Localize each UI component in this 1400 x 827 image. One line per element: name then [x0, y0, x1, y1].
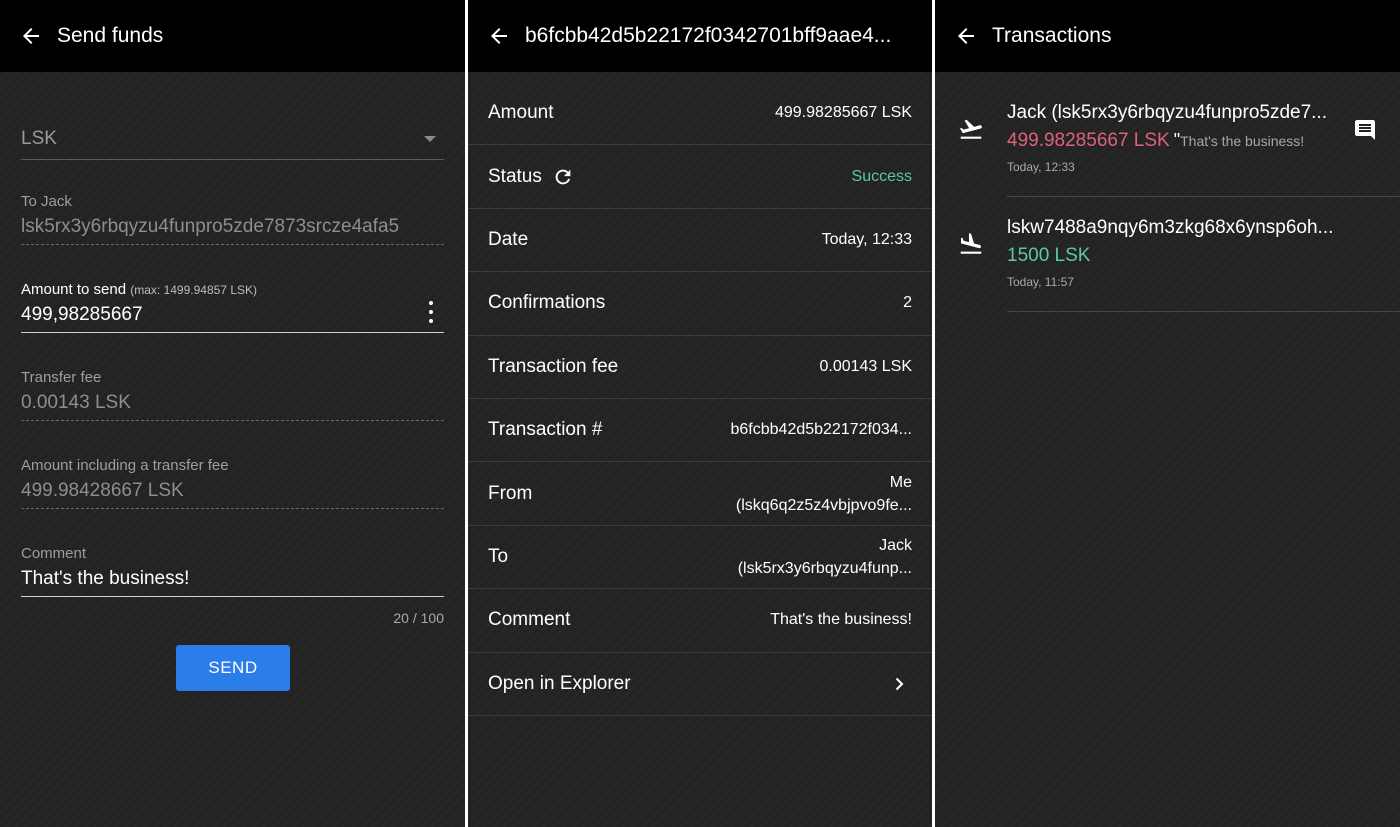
detail-row-confirmations: Confirmations 2 [468, 272, 932, 336]
detail-value: 2 [903, 294, 912, 312]
amount-max: (max: 1499.94857 LSK) [130, 283, 257, 297]
back-arrow-icon[interactable] [954, 23, 980, 49]
currency-value: LSK [21, 128, 57, 149]
transaction-amount-line: 499.98285667 LSK "That's the business! [1007, 130, 1337, 152]
to-address: (lsk5rx3y6rbqyzu4funp... [737, 559, 912, 577]
divider [1007, 311, 1400, 312]
comment-icon [1353, 118, 1377, 142]
transaction-item[interactable]: Jack (lsk5rx3y6rbqyzu4funpro5zde7... 499… [935, 82, 1400, 197]
recipient-field[interactable]: To Jack lsk5rx3y6rbqyzu4funpro5zde7873sr… [21, 193, 444, 245]
detail-key: Status [488, 165, 542, 187]
send-button[interactable]: SEND [176, 645, 290, 691]
amount-label-row: Amount to send (max: 1499.94857 LSK) [21, 281, 444, 298]
transaction-item[interactable]: lskw7488a9nqy6m3zkg68x6ynsp6oh... 1500 L… [935, 197, 1400, 312]
comment-counter: 20 / 100 [393, 610, 444, 626]
detail-row-amount: Amount 499.98285667 LSK [468, 82, 932, 146]
detail-row-from[interactable]: From Me (lskq6q2z5z4vbjpvo9fe... [468, 462, 932, 526]
detail-value: 499.98285667 LSK [774, 104, 912, 122]
chevron-right-icon [892, 677, 906, 691]
to-value: Jack (lsk5rx3y6rbqyzu4funp... [738, 534, 912, 580]
refresh-icon[interactable] [552, 166, 574, 188]
detail-row-transaction-id[interactable]: Transaction # b6fcbb42d5b22172f034... [468, 399, 932, 463]
app-bar: Transactions [935, 0, 1400, 72]
transaction-amount: 1500 LSK [1007, 245, 1091, 266]
transaction-counterparty: lskw7488a9nqy6m3zkg68x6ynsp6oh... [1007, 217, 1334, 238]
fee-value: 0.00143 LSK [21, 392, 444, 421]
detail-value: That's the business! [770, 611, 912, 629]
back-arrow-icon[interactable] [19, 23, 45, 49]
dropdown-arrow-icon [424, 136, 436, 142]
currency-select[interactable]: LSK [21, 118, 444, 160]
detail-key: Amount [488, 102, 554, 124]
detail-value: 0.00143 LSK [819, 357, 912, 375]
detail-list: Amount 499.98285667 LSK Status Success D… [468, 82, 932, 716]
detail-row-to[interactable]: To Jack (lsk5rx3y6rbqyzu4funp... [468, 526, 932, 590]
detail-key: Confirmations [488, 292, 606, 314]
detail-row-status: Status Success [468, 145, 932, 209]
transaction-time: Today, 11:57 [1007, 275, 1074, 289]
comment-input[interactable]: That's the business! [21, 568, 444, 597]
fee-label: Transfer fee [21, 369, 102, 386]
detail-row-fee: Transaction fee 0.00143 LSK [468, 336, 932, 399]
total-value: 499.98428667 LSK [21, 480, 444, 509]
amount-input-wrap[interactable]: 499,98285667 [21, 301, 444, 333]
status-value: Success [851, 167, 912, 185]
flight-takeoff-icon [958, 116, 984, 142]
transaction-comment-wrap: "That's the business! [1173, 130, 1305, 150]
send-funds-screen: Send funds LSK To Jack lsk5rx3y6rbqyzu4f… [0, 0, 465, 827]
from-value: Me (lskq6q2z5z4vbjpvo9fe... [736, 471, 912, 517]
recipient-label: To Jack [21, 193, 72, 210]
detail-key: Date [488, 228, 529, 250]
amount-label: Amount to send [21, 281, 127, 298]
open-in-explorer-label: Open in Explorer [488, 672, 631, 694]
transaction-details-screen: b6fcbb42d5b22172f0342701bff9aae4... Amou… [468, 0, 932, 827]
detail-key: Transaction # [488, 419, 603, 441]
recipient-address: lsk5rx3y6rbqyzu4funpro5zde7873srcze4afa5 [21, 216, 444, 245]
transaction-amount: 499.98285667 LSK [1007, 130, 1170, 151]
transactions-screen: Transactions Jack (lsk5rx3y6rbqyzu4funpr… [935, 0, 1400, 827]
transaction-body: lskw7488a9nqy6m3zkg68x6ynsp6oh... 1500 L… [1007, 217, 1337, 289]
transaction-body: Jack (lsk5rx3y6rbqyzu4funpro5zde7... 499… [1007, 102, 1337, 174]
total-field: Amount including a transfer fee 499.9842… [21, 457, 444, 509]
detail-value: b6fcbb42d5b22172f034... [730, 421, 913, 439]
fee-field: Transfer fee 0.00143 LSK [21, 369, 444, 421]
detail-key: Comment [488, 609, 571, 631]
detail-row-date: Date Today, 12:33 [468, 209, 932, 273]
transaction-amount-line: 1500 LSK [1007, 245, 1337, 267]
page-title: Transactions [992, 24, 1112, 47]
app-bar: b6fcbb42d5b22172f0342701bff9aae4... [468, 0, 932, 72]
detail-row-comment: Comment That's the business! [468, 589, 932, 653]
detail-key: To [488, 545, 509, 567]
flight-land-icon [958, 231, 984, 257]
total-label: Amount including a transfer fee [21, 457, 229, 474]
transaction-id-title: b6fcbb42d5b22172f0342701bff9aae4... [525, 24, 892, 47]
to-name: Jack [879, 536, 912, 554]
back-arrow-icon[interactable] [487, 23, 513, 49]
transaction-time: Today, 12:33 [1007, 160, 1075, 174]
detail-value: Today, 12:33 [821, 230, 912, 248]
more-vert-icon[interactable] [428, 301, 434, 323]
from-address: (lskq6q2z5z4vbjpvo9fe... [735, 496, 912, 514]
amount-field[interactable]: Amount to send (max: 1499.94857 LSK) 499… [21, 281, 444, 333]
transaction-comment: That's the business! [1180, 133, 1305, 149]
amount-input[interactable]: 499,98285667 [21, 304, 444, 326]
comment-label: Comment [21, 545, 87, 562]
from-name: Me [889, 473, 912, 491]
comment-field[interactable]: Comment That's the business! [21, 545, 444, 597]
detail-key: Transaction fee [488, 355, 619, 377]
open-in-explorer-row[interactable]: Open in Explorer [468, 653, 932, 716]
page-title: Send funds [57, 24, 164, 47]
app-bar: Send funds [0, 0, 465, 72]
transaction-counterparty: Jack (lsk5rx3y6rbqyzu4funpro5zde7... [1007, 102, 1327, 123]
detail-key: From [488, 482, 533, 504]
status-key-wrap: Status [488, 166, 574, 188]
